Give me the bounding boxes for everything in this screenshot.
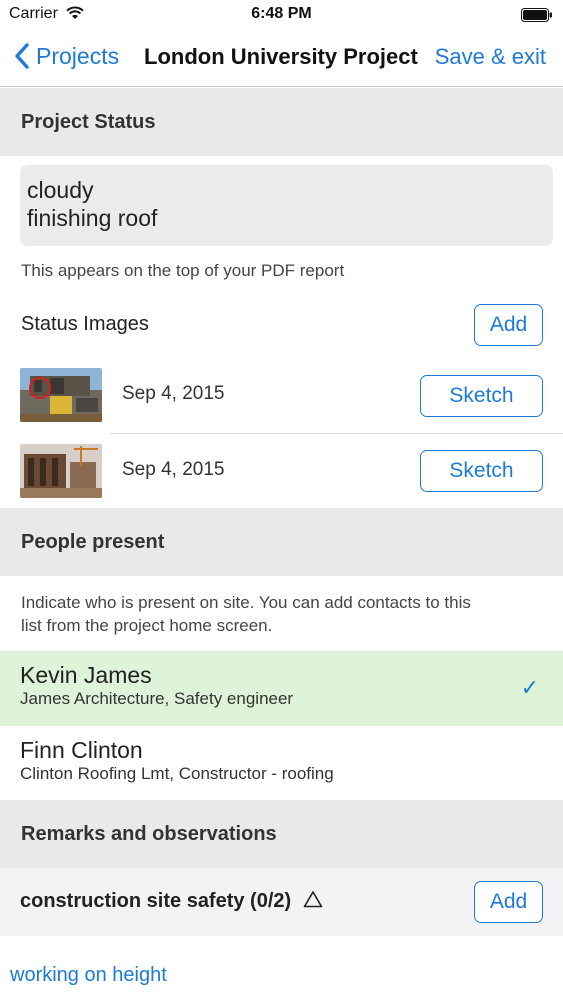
people-hint: Indicate who is present on site. You can… [21, 591, 471, 637]
battery-icon [521, 8, 553, 22]
clock: 6:48 PM [251, 5, 312, 22]
person-row-selected[interactable]: Kevin James James Architecture, Safety e… [0, 651, 563, 726]
add-status-image-button[interactable]: Add [474, 304, 543, 346]
status-image-thumbnail[interactable] [20, 368, 102, 422]
person-role: Clinton Roofing Lmt, Constructor - roofi… [20, 764, 334, 783]
add-remark-button[interactable]: Add [474, 881, 543, 923]
status-image-thumbnail[interactable] [20, 444, 102, 498]
project-status-textarea[interactable]: cloudy finishing roof [20, 165, 553, 246]
people-hint-line: list from the project home screen. [21, 616, 273, 635]
back-button[interactable]: Projects [14, 42, 119, 70]
remark-category-title: construction site safety (0/2) [20, 890, 292, 912]
people-hint-line: Indicate who is present on site. You can… [21, 593, 471, 612]
remark-category-label: construction site safety (0/2) [20, 890, 323, 913]
chevron-left-icon [15, 43, 29, 69]
person-name: Finn Clinton [20, 737, 143, 763]
person-name: Kevin James [20, 662, 152, 688]
sketch-button[interactable]: Sketch [420, 375, 543, 417]
project-status-hint: This appears on the top of your PDF repo… [21, 261, 345, 280]
remark-category-row[interactable]: construction site safety (0/2) Add [0, 868, 563, 936]
save-exit-button[interactable]: Save & exit [435, 44, 546, 70]
section-header-label: People present [21, 531, 165, 553]
section-header-people-present: People present [0, 508, 563, 576]
person-row[interactable]: Finn Clinton Clinton Roofing Lmt, Constr… [0, 726, 563, 801]
sketch-button[interactable]: Sketch [420, 450, 543, 492]
section-header-remarks: Remarks and observations [0, 800, 563, 868]
person-role: James Architecture, Safety engineer [20, 689, 294, 708]
status-image-row[interactable]: Sep 4, 2015 Sketch [0, 434, 563, 508]
status-image-row[interactable]: Sep 4, 2015 Sketch [0, 358, 563, 432]
page-title: London University Project [144, 44, 418, 69]
status-image-date: Sep 4, 2015 [122, 383, 225, 404]
status-image-date: Sep 4, 2015 [122, 459, 225, 480]
section-header-project-status: Project Status [0, 88, 563, 156]
back-button-label: Projects [36, 42, 120, 69]
triangle-warning-icon [303, 891, 323, 908]
status-bar: Carrier 6:48 PM [0, 0, 563, 30]
checkmark-icon: ✓ [520, 675, 539, 700]
status-images-label: Status Images [21, 313, 149, 335]
status-text-line: finishing roof [27, 205, 158, 231]
remark-item-link[interactable]: working on height [10, 964, 167, 987]
section-header-label: Remarks and observations [21, 823, 277, 845]
status-text-line: cloudy [27, 177, 94, 203]
section-header-label: Project Status [21, 111, 156, 133]
navigation-bar: Projects London University Project Save … [0, 30, 563, 87]
